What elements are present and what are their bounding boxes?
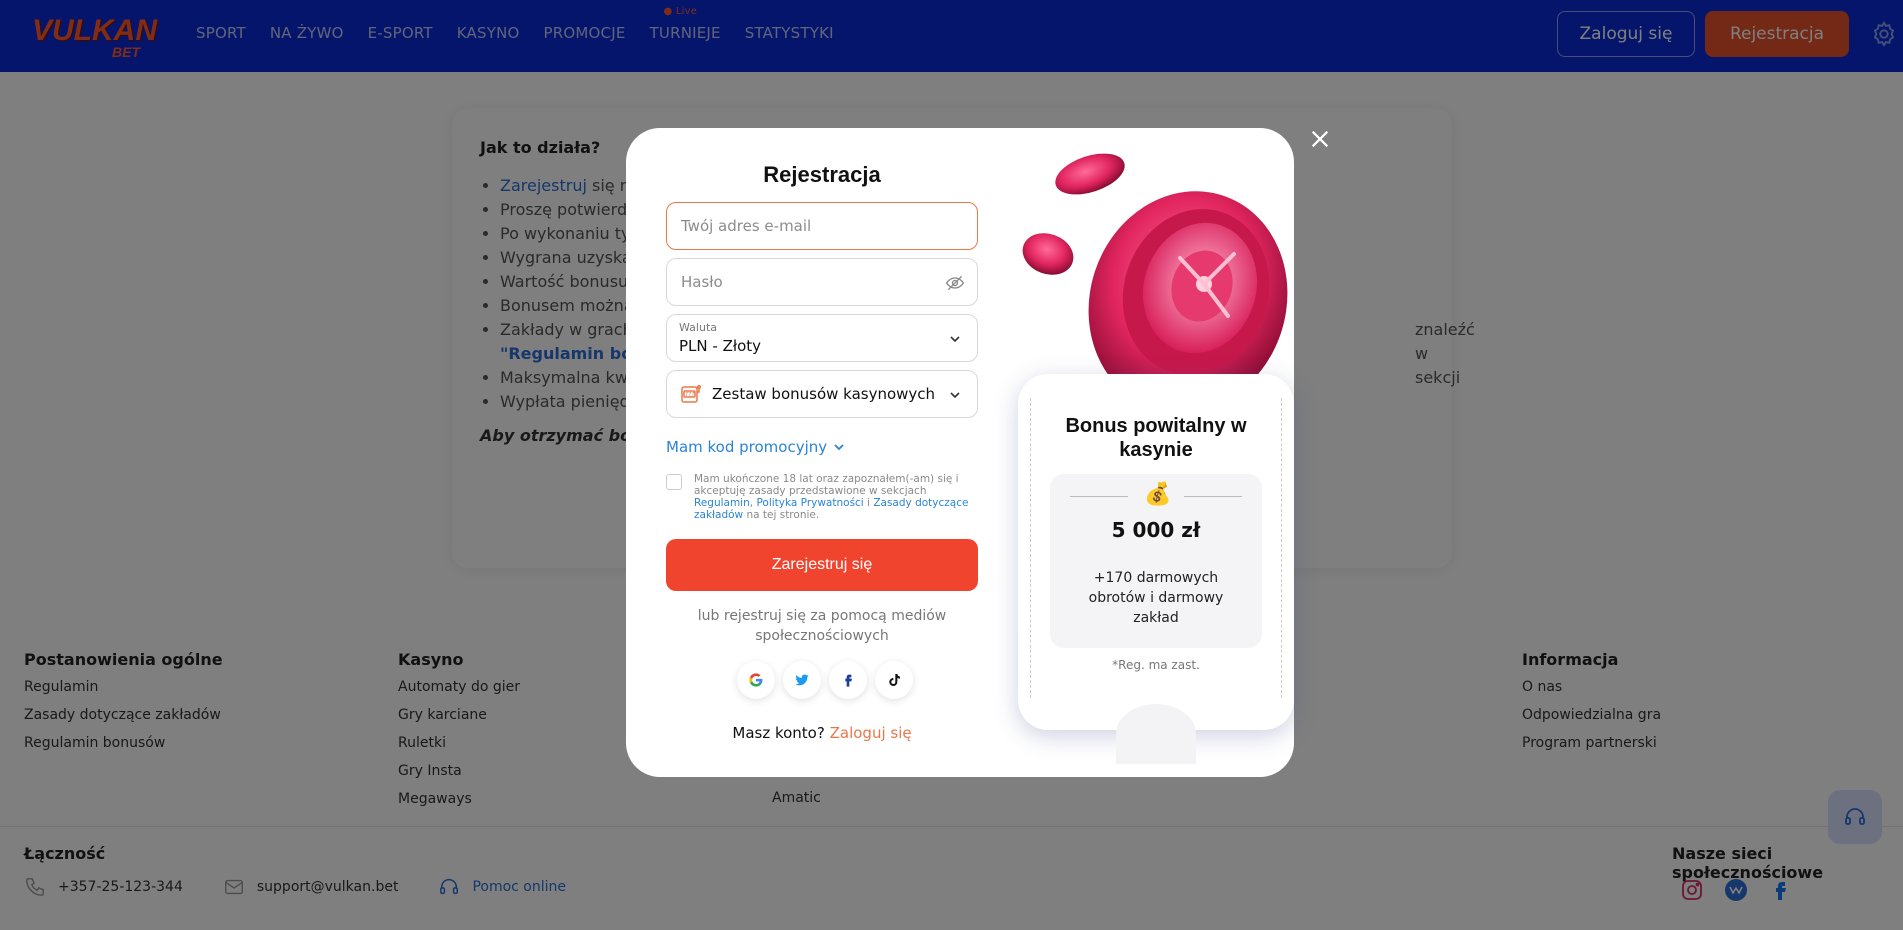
email-field[interactable]: [666, 202, 978, 250]
twitter-button[interactable]: [783, 661, 821, 699]
divider: [1184, 496, 1242, 497]
social-register-buttons: [737, 661, 913, 699]
welcome-bonus-card: Bonus powitalny w kasynie 💰 5 000 zł +17…: [1018, 374, 1294, 764]
bonus-title: Bonus powitalny w kasynie: [1065, 415, 1247, 461]
chevron-down-icon: [834, 444, 844, 451]
money-bag-icon: 💰: [1144, 482, 1172, 507]
facebook-icon: [845, 674, 852, 687]
email-input[interactable]: [681, 203, 941, 249]
google-button[interactable]: [737, 661, 775, 699]
promo-code-toggle[interactable]: Mam kod promocyjny: [666, 438, 845, 456]
have-account-text: Masz konto?: [732, 724, 825, 742]
password-input[interactable]: [681, 259, 941, 305]
currency-label: Waluta: [679, 321, 717, 334]
twitter-icon: [795, 674, 809, 686]
chevron-down-icon: [950, 392, 960, 399]
google-icon: [749, 673, 763, 687]
currency-value: PLN - Złoty: [679, 337, 762, 355]
bonus-select[interactable]: 777 Zestaw bonusów kasynowych: [666, 370, 978, 418]
register-submit-button[interactable]: Zarejestruj się: [666, 539, 978, 591]
tiktok-icon: [889, 674, 900, 686]
svg-text:777: 777: [685, 392, 695, 398]
bonus-terms-note: *Reg. ma zast.: [1112, 658, 1200, 672]
password-field[interactable]: [666, 258, 978, 306]
have-account-row: Masz konto? Zaloguj się: [666, 724, 978, 742]
bonus-description: +170 darmowych obrotów i darmowy zakład: [1088, 570, 1224, 626]
chevron-down-icon: [950, 336, 960, 343]
tiktok-button[interactable]: [875, 661, 913, 699]
modal-title: Rejestracja: [763, 162, 881, 187]
bonus-details-box: 💰 5 000 zł +170 darmowych obrotów i darm…: [1050, 474, 1262, 648]
terms-consent-text: Mam ukończone 18 lat oraz zapoznałem(-am…: [694, 473, 969, 521]
facebook-button[interactable]: [829, 661, 867, 699]
currency-select[interactable]: Waluta PLN - Złoty: [666, 314, 978, 362]
privacy-policy-link[interactable]: Polityka Prywatności: [756, 497, 863, 509]
bonus-amount: 5 000 zł: [1111, 518, 1201, 542]
modal-login-link[interactable]: Zaloguj się: [830, 724, 912, 742]
terms-link[interactable]: Regulamin: [694, 497, 750, 509]
promo-code-label: Mam kod promocyjny: [666, 438, 828, 456]
slot-machine-icon: 777: [681, 384, 702, 403]
social-register-text: lub rejestruj się za pomocą mediów społe…: [697, 608, 947, 644]
divider: [1070, 496, 1128, 497]
registration-modal: Rejestracja Waluta PLN - Złoty 777 Zesta…: [626, 128, 1294, 777]
bonus-card-notch: [1116, 704, 1196, 764]
eye-off-icon[interactable]: [945, 273, 965, 293]
bonus-select-value: Zestaw bonusów kasynowych: [712, 385, 936, 403]
terms-checkbox[interactable]: [666, 474, 682, 490]
close-icon[interactable]: [1309, 128, 1331, 150]
